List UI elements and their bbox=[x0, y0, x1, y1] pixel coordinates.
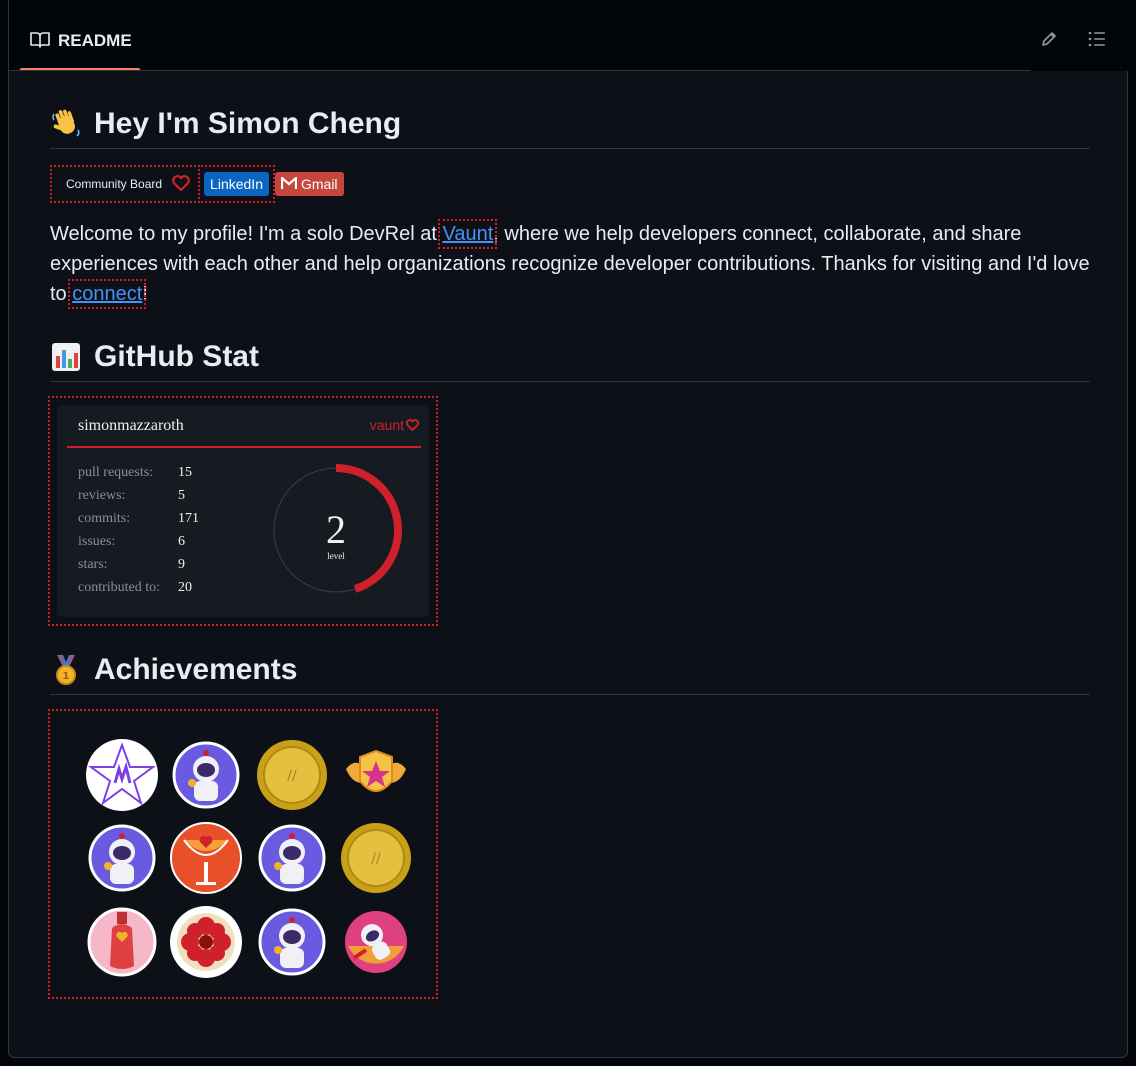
stat-card-divider bbox=[67, 446, 421, 448]
gmail-badge[interactable]: Gmail bbox=[274, 172, 344, 196]
stat-value: 20 bbox=[178, 580, 192, 595]
tab-readme[interactable]: README bbox=[20, 14, 132, 70]
readme-panel: README Hey I'm Simon Cheng Community Boa… bbox=[8, 0, 1129, 1058]
flying-astronaut-badge-icon bbox=[345, 911, 407, 973]
heading-github-stat: GitHub Stat bbox=[50, 333, 1090, 382]
svg-text:1: 1 bbox=[63, 671, 70, 682]
gold-coin-badge-icon: // bbox=[257, 740, 327, 810]
stat-row: commits: 171 bbox=[78, 511, 199, 534]
stat-label: pull requests: bbox=[78, 465, 154, 480]
section-title-achievements: Achievements bbox=[94, 653, 298, 686]
gold-coin-badge-icon: // bbox=[341, 823, 411, 893]
section-title-stat: GitHub Stat bbox=[94, 340, 259, 373]
medal-icon: 1 bbox=[50, 654, 82, 686]
vaunt-link[interactable]: Vaunt bbox=[438, 219, 498, 249]
badge-row: Community Board LinkedIn Gmail bbox=[49, 165, 1090, 203]
connect-link[interactable]: connect bbox=[68, 279, 147, 309]
heading-achievements: 1 Achievements bbox=[50, 646, 1090, 695]
heading-intro: Hey I'm Simon Cheng bbox=[50, 100, 1090, 149]
astronaut-badge-icon bbox=[258, 908, 326, 976]
book-icon bbox=[30, 31, 50, 54]
stat-rows: pull requests: 15 reviews: 5 commits: 171 issu… bbox=[78, 465, 199, 603]
header-divider bbox=[9, 70, 1031, 71]
heart-icon bbox=[172, 174, 190, 194]
edit-button[interactable] bbox=[1036, 28, 1062, 54]
achievements-grid[interactable]: // // bbox=[48, 709, 438, 999]
intro-paragraph: Welcome to my profile! I'm a solo DevRel… bbox=[50, 219, 1090, 309]
vaunt-logo: vaunt bbox=[370, 417, 419, 433]
stat-label: reviews: bbox=[78, 488, 126, 503]
stat-label: issues: bbox=[78, 534, 116, 549]
stat-value: 5 bbox=[178, 488, 185, 503]
linkedin-badge: LinkedIn bbox=[204, 172, 269, 196]
stat-value: 15 bbox=[178, 465, 192, 480]
bar-chart-icon bbox=[50, 341, 82, 373]
community-board-badge[interactable]: Community Board bbox=[49, 165, 201, 203]
stat-value: 171 bbox=[178, 511, 199, 526]
stat-value: 6 bbox=[178, 534, 185, 549]
intro-text-1: Welcome to my profile! I'm a solo DevRel… bbox=[50, 223, 443, 245]
stat-label: stars: bbox=[78, 557, 108, 572]
level-label: level bbox=[327, 551, 345, 561]
outline-button[interactable] bbox=[1084, 28, 1110, 54]
heart-icon bbox=[406, 419, 419, 431]
level-value: 2 bbox=[326, 507, 346, 552]
stat-value: 9 bbox=[178, 557, 185, 572]
list-unordered-icon bbox=[1087, 30, 1107, 53]
stat-row: pull requests: 15 bbox=[78, 465, 199, 488]
linkedin-badge-link[interactable]: LinkedIn bbox=[198, 165, 275, 203]
stat-row: reviews: 5 bbox=[78, 488, 199, 511]
astronaut-badge-icon bbox=[172, 741, 240, 809]
pencil-icon bbox=[1040, 30, 1058, 53]
astronaut-badge-icon bbox=[88, 824, 156, 892]
stat-label: commits: bbox=[78, 511, 131, 526]
gmail-icon bbox=[280, 175, 298, 192]
stat-row: stars: 9 bbox=[78, 557, 199, 580]
level-ring: 2 level bbox=[273, 464, 402, 593]
bottle-badge-icon bbox=[87, 907, 157, 977]
astronaut-badge-icon bbox=[258, 824, 326, 892]
intro-text-3: ! bbox=[142, 283, 148, 305]
svg-text://: // bbox=[371, 851, 381, 867]
waving-hand-icon bbox=[50, 108, 82, 140]
star-wings-badge-badge-icon bbox=[346, 749, 406, 792]
readme-header: README bbox=[9, 0, 1129, 71]
tab-readme-label: README bbox=[58, 31, 132, 50]
stat-username: simonmazzaroth bbox=[78, 417, 184, 434]
vaunt-star-badge-icon bbox=[86, 739, 158, 811]
red-flower-badge-icon bbox=[170, 906, 242, 978]
readme-content: Hey I'm Simon Cheng Community Board Link… bbox=[48, 100, 1090, 999]
stat-row: contributed to: 20 bbox=[78, 580, 199, 603]
stat-row: issues: 6 bbox=[78, 534, 199, 557]
gmail-label: Gmail bbox=[300, 176, 338, 192]
vaunt-logo-text: vaunt bbox=[369, 417, 404, 433]
svg-text://: // bbox=[287, 768, 297, 784]
community-board-label: Community Board bbox=[66, 177, 163, 191]
cocktail-glass-badge-icon bbox=[170, 822, 242, 894]
stat-label: contributed to: bbox=[78, 580, 161, 595]
stat-card-body: simonmazzaroth vaunt pull requests: 15 rev… bbox=[57, 405, 429, 617]
page-title: Hey I'm Simon Cheng bbox=[94, 107, 402, 140]
github-stat-card[interactable]: simonmazzaroth vaunt pull requests: 15 rev… bbox=[48, 396, 438, 626]
